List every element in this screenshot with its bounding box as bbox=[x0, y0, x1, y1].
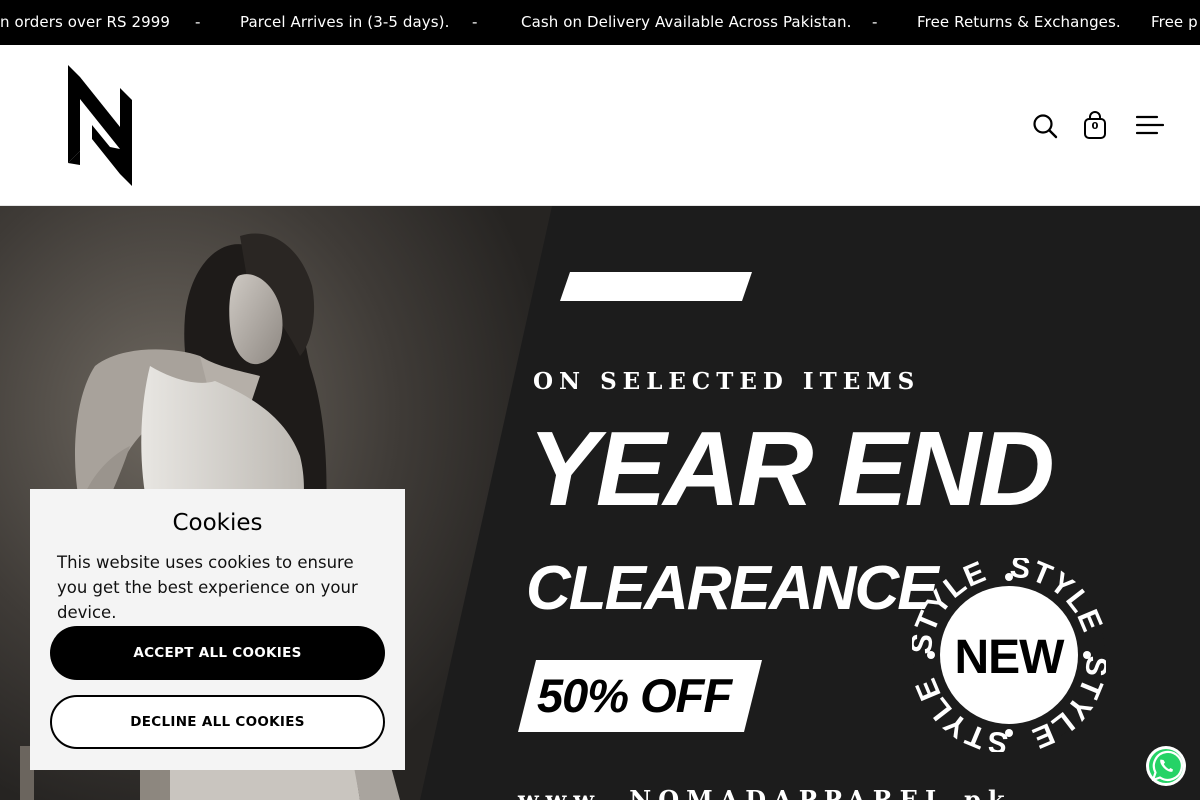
announcement-separator: - bbox=[872, 13, 878, 31]
announcement-separator: - bbox=[195, 13, 201, 31]
cart-icon[interactable]: 0 bbox=[1082, 111, 1108, 139]
hero-url: www. NOMADAPPAREL.pk bbox=[518, 785, 1012, 800]
cookie-title: Cookies bbox=[172, 510, 263, 536]
announcement-bar: n orders over RS 2999 - Parcel Arrives i… bbox=[0, 0, 1200, 45]
menu-icon[interactable] bbox=[1135, 115, 1165, 135]
hero-subline: ON SELECTED ITEMS bbox=[533, 368, 921, 395]
announcement-item: Free Returns & Exchanges. bbox=[917, 13, 1121, 31]
nomad-n-logo-icon bbox=[68, 65, 132, 186]
new-style-badge: STYLE STYLE STYLE STYLE NEW bbox=[912, 558, 1106, 752]
site-header: 0 bbox=[0, 45, 1200, 206]
decline-cookies-button[interactable]: DECLINE ALL COOKIES bbox=[50, 695, 385, 749]
accept-cookies-button[interactable]: ACCEPT ALL COOKIES bbox=[50, 626, 385, 680]
badge-center-text: NEW bbox=[955, 631, 1066, 684]
hero-offer: 50% OFF bbox=[537, 669, 732, 722]
cart-count: 0 bbox=[1091, 121, 1099, 132]
announcement-item: Parcel Arrives in (3-5 days). bbox=[240, 13, 450, 31]
hero-headline-year-end: YEAR END bbox=[528, 410, 1055, 528]
whatsapp-icon[interactable] bbox=[1145, 745, 1187, 787]
nomad-logo[interactable] bbox=[66, 65, 134, 186]
announcement-item: n orders over RS 2999 bbox=[0, 13, 171, 31]
announcement-item: Free p bbox=[1151, 13, 1198, 31]
announcement-separator: - bbox=[472, 13, 478, 31]
hero-headline-clearance: CLEAREANCE bbox=[526, 554, 939, 623]
search-icon[interactable] bbox=[1032, 113, 1058, 139]
announcement-item: Cash on Delivery Available Across Pakist… bbox=[521, 13, 852, 31]
cookie-text: This website uses cookies to ensure you … bbox=[57, 553, 358, 622]
cookie-popup: Cookies This website uses cookies to ens… bbox=[30, 489, 405, 770]
